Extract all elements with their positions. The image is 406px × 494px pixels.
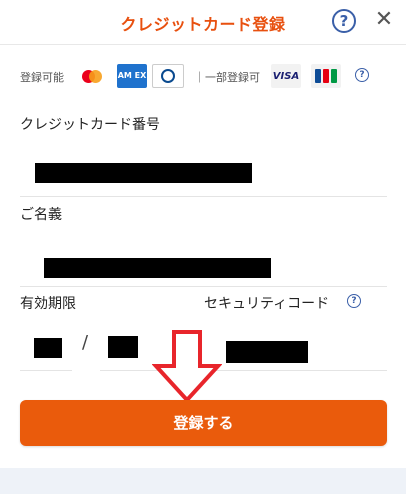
register-button[interactable]: 登録する (20, 400, 387, 446)
diners-club-logo-icon (152, 64, 184, 88)
brands-help-icon[interactable]: ? (355, 68, 369, 82)
visa-logo-icon: VISA (271, 64, 301, 88)
card-number-underline (20, 196, 387, 197)
expiry-year-input[interactable] (108, 336, 138, 358)
modal-header: クレジットカード登録 ? ✕ (0, 0, 406, 45)
footer-band (0, 468, 406, 494)
expiry-label: 有効期限 (20, 296, 76, 312)
card-number-input[interactable] (35, 163, 252, 183)
amex-logo-icon: AM EX (117, 64, 147, 88)
partial-brands-label: ｜一部登録可 (194, 71, 260, 84)
help-icon[interactable]: ? (332, 9, 356, 33)
security-code-input[interactable] (226, 341, 308, 363)
expiry-month-input[interactable] (34, 338, 62, 358)
available-brands-label: 登録可能 (20, 71, 64, 84)
security-code-help-icon[interactable]: ? (347, 294, 361, 308)
close-icon[interactable]: ✕ (372, 8, 396, 32)
card-name-input[interactable] (44, 258, 271, 278)
security-code-underline (204, 370, 387, 371)
mastercard-logo-icon (77, 64, 107, 88)
card-number-label: クレジットカード番号 (20, 117, 160, 133)
card-name-underline (20, 286, 387, 287)
expiry-month-underline (20, 370, 72, 371)
expiry-separator: / (82, 332, 89, 353)
security-code-label: セキュリティコード (204, 296, 330, 312)
card-brands-row: 登録可能 AM EX ｜一部登録可 VISA ? (0, 62, 406, 90)
card-name-label: ご名義 (20, 207, 62, 223)
partial-brands-text: 一部登録可 (205, 71, 260, 84)
jcb-logo-icon (311, 64, 341, 88)
down-arrow-icon (152, 330, 222, 402)
